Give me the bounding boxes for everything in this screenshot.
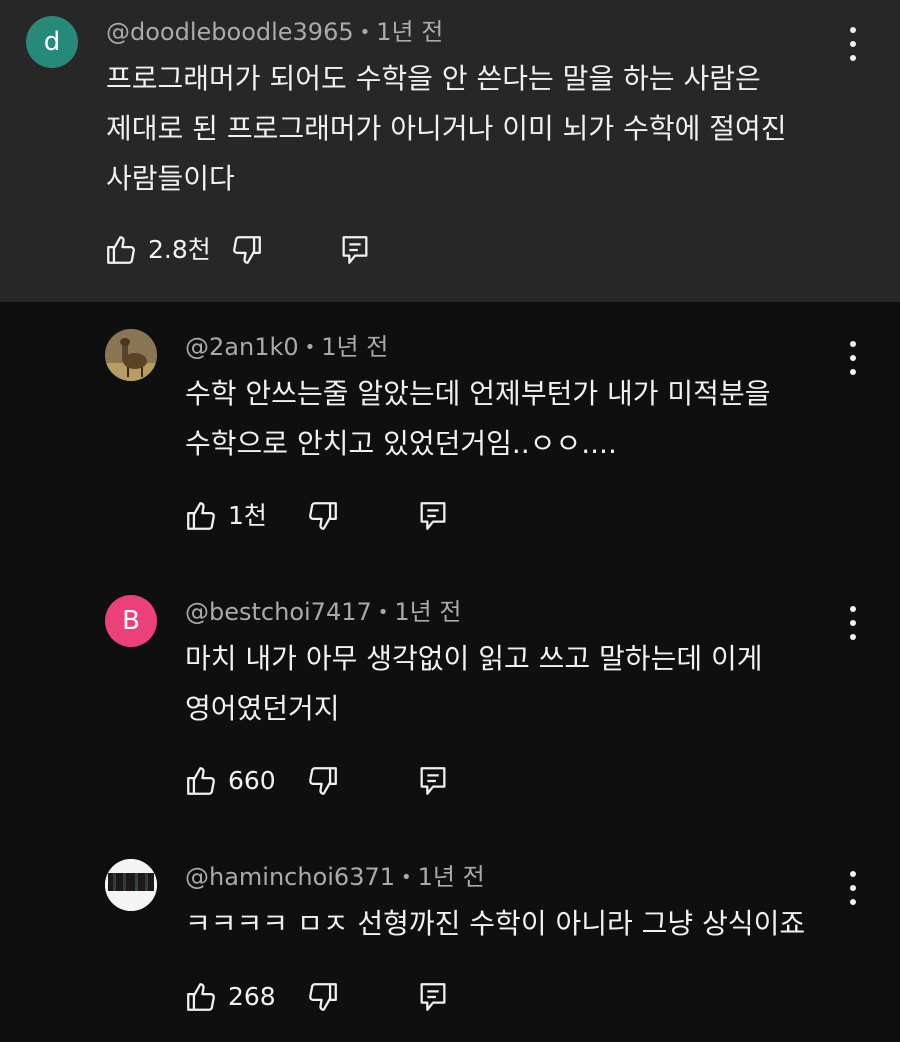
comment-meta: @doodleboodle3965 • 1년 전 [106, 17, 443, 48]
comment-text: 프로그래머가 되어도 수학을 안 쓴다는 말을 하는 사람은 제대로 된 프로그… [106, 54, 787, 204]
comment-text: ㅋㅋㅋㅋ ㅁㅈ 선형까진 수학이 아니라 그냥 상식이죠 [185, 899, 805, 949]
meta-separator: • [377, 602, 389, 623]
like-count: 1천 [228, 501, 267, 530]
reply-comment: @2an1k0 • 1년 전 수학 안쓰는줄 알았는데 언제부턴가 내가 미적분을 … [0, 302, 900, 567]
like-count: 268 [228, 982, 276, 1011]
avatar[interactable] [105, 859, 157, 911]
reply-button[interactable] [416, 496, 450, 536]
avatar-letter: B [122, 606, 140, 636]
thumbs-down-icon [309, 502, 337, 530]
comment-line: 사람들이다 [106, 162, 235, 195]
meta-separator: • [401, 867, 412, 888]
comment-line: 영어였던거지 [185, 692, 340, 725]
reply-comment: B @bestchoi7417 • 1년 전 마치 내가 아무 생각없이 읽고 쓰고… [0, 567, 900, 832]
more-options-icon[interactable] [846, 871, 860, 905]
reply-icon [420, 502, 446, 530]
timestamp[interactable]: 1년 전 [376, 18, 443, 46]
username[interactable]: @haminchoi6371 [185, 863, 395, 891]
comment-actions: 268 [184, 977, 484, 1017]
dislike-button[interactable] [306, 496, 340, 536]
avatar-image [105, 859, 157, 911]
comment-actions: 1천 [184, 496, 484, 536]
deer-avatar-image [105, 329, 157, 381]
avatar-letter: d [43, 27, 61, 57]
more-options-icon[interactable] [846, 27, 860, 61]
like-button[interactable]: 268 [184, 977, 276, 1017]
reply-button[interactable] [416, 977, 450, 1017]
username[interactable]: @doodleboodle3965 [106, 18, 354, 46]
thumbs-up-icon [187, 767, 215, 795]
thumbs-up-icon [107, 236, 135, 264]
reply-icon [420, 767, 446, 795]
dislike-button[interactable] [306, 761, 340, 801]
reply-button[interactable] [416, 761, 450, 801]
comment-thread: d @doodleboodle3965 • 1년 전 프로그래머가 되어도 수학을 … [0, 0, 900, 1042]
avatar[interactable]: d [26, 16, 78, 68]
timestamp[interactable]: 1년 전 [418, 863, 485, 891]
thumbs-up-icon [187, 502, 215, 530]
like-count: 660 [228, 766, 276, 795]
comment-actions: 660 [184, 761, 484, 801]
thumbs-up-icon [187, 983, 215, 1011]
comment-actions: 2.8천 [104, 230, 404, 270]
avatar[interactable]: B [105, 595, 157, 647]
timestamp[interactable]: 1년 전 [321, 333, 388, 361]
reply-button[interactable] [338, 230, 372, 270]
comment-text: 수학 안쓰는줄 알았는데 언제부턴가 내가 미적분을 수학으로 안치고 있었던거… [185, 369, 770, 469]
thumbs-down-icon [233, 236, 261, 264]
like-count: 2.8천 [148, 235, 211, 264]
username[interactable]: @bestchoi7417 [185, 598, 372, 626]
comment-line: ㅋㅋㅋㅋ ㅁㅈ 선형까진 수학이 아니라 그냥 상식이죠 [185, 907, 806, 940]
comment-text: 마치 내가 아무 생각없이 읽고 쓰고 말하는데 이게 영어였던거지 [185, 634, 763, 734]
comment-line: 수학으로 안치고 있었던거임..ㅇㅇ.... [185, 427, 617, 460]
meta-separator: • [304, 337, 316, 358]
comment-line: 제대로 된 프로그래머가 아니거나 이미 뇌가 수학에 절여진 [106, 112, 787, 145]
comment-line: 수학 안쓰는줄 알았는데 언제부턴가 내가 미적분을 [185, 377, 771, 410]
dislike-button[interactable] [306, 977, 340, 1017]
comment-meta: @bestchoi7417 • 1년 전 [185, 597, 461, 628]
timestamp[interactable]: 1년 전 [394, 598, 461, 626]
comment-line: 마치 내가 아무 생각없이 읽고 쓰고 말하는데 이게 [185, 642, 763, 675]
comment-meta: @2an1k0 • 1년 전 [185, 332, 388, 363]
thumbs-down-icon [309, 767, 337, 795]
like-button[interactable]: 660 [184, 761, 276, 801]
thumbs-down-icon [309, 983, 337, 1011]
more-options-icon[interactable] [846, 606, 860, 640]
username[interactable]: @2an1k0 [185, 333, 299, 361]
reply-icon [342, 236, 368, 264]
dislike-button[interactable] [230, 230, 264, 270]
meta-separator: • [359, 22, 371, 43]
avatar[interactable] [105, 329, 157, 381]
like-button[interactable]: 2.8천 [104, 230, 211, 270]
comment-meta: @haminchoi6371 • 1년 전 [185, 862, 485, 893]
like-button[interactable]: 1천 [184, 496, 267, 536]
comment-line: 프로그래머가 되어도 수학을 안 쓴다는 말을 하는 사람은 [106, 62, 761, 95]
more-options-icon[interactable] [846, 341, 860, 375]
reply-icon [420, 983, 446, 1011]
reply-comment: @haminchoi6371 • 1년 전 ㅋㅋㅋㅋ ㅁㅈ 선형까진 수학이 아니라… [0, 832, 900, 1042]
top-comment: d @doodleboodle3965 • 1년 전 프로그래머가 되어도 수학을 … [0, 0, 900, 302]
